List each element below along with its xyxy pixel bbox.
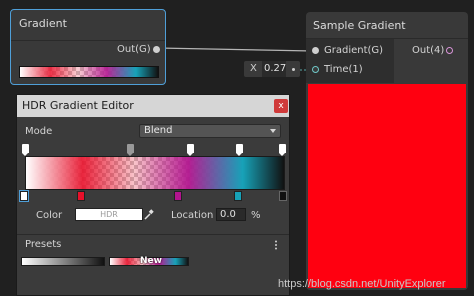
sample-preview xyxy=(308,84,466,288)
location-input[interactable]: 0.0 xyxy=(216,208,246,221)
color-key[interactable] xyxy=(234,191,242,201)
time-value-dot xyxy=(292,68,295,71)
hdr-gradient-editor: HDR Gradient Editor x Mode Blend Color H… xyxy=(16,94,290,296)
location-unit: % xyxy=(251,210,261,221)
watermark: https://blog.csdn.net/UnityExplorer xyxy=(278,278,446,290)
color-field-value: HDR xyxy=(100,210,118,219)
sample-gradient-node[interactable]: Sample Gradient Gradient(G) Time(1) Out(… xyxy=(306,12,468,290)
presets-label: Presets xyxy=(25,239,62,250)
gradient-input-label: Gradient(G) xyxy=(324,45,384,56)
time-value-field[interactable]: X 0.27 xyxy=(244,61,300,77)
time-value-input[interactable]: 0.27 xyxy=(262,61,286,77)
preset-new-label: New xyxy=(140,256,162,266)
gradient-node[interactable]: Gradient Out(G) xyxy=(10,9,166,85)
preset-swatch-bw[interactable] xyxy=(21,257,105,266)
presets-divider xyxy=(17,234,289,235)
gradient-input-port[interactable] xyxy=(312,47,319,54)
color-field[interactable]: HDR xyxy=(75,208,143,221)
time-axis-label: X xyxy=(250,63,257,74)
mode-dropdown[interactable]: Blend xyxy=(139,124,281,138)
time-input-label: Time(1) xyxy=(324,64,363,75)
location-label: Location xyxy=(171,210,214,221)
color-key[interactable] xyxy=(174,191,182,201)
editor-title-bar[interactable]: HDR Gradient Editor x xyxy=(17,95,289,117)
alpha-key[interactable] xyxy=(187,144,194,156)
gradient-output-port[interactable] xyxy=(153,46,160,53)
gradient-wire xyxy=(156,47,314,52)
alpha-key[interactable] xyxy=(22,144,29,156)
color-key-selected[interactable] xyxy=(19,190,29,202)
gradient-node-title: Gradient xyxy=(19,17,67,30)
sample-output-port[interactable] xyxy=(446,47,453,54)
gradient-bar[interactable] xyxy=(25,156,285,190)
alpha-key[interactable] xyxy=(279,144,286,156)
presets-menu-icon[interactable] xyxy=(274,240,278,250)
gradient-node-swatch[interactable] xyxy=(19,66,159,78)
alpha-key[interactable] xyxy=(127,144,134,156)
time-input-port[interactable] xyxy=(312,66,319,73)
gradient-output-label: Out(G) xyxy=(117,44,151,55)
alpha-key[interactable] xyxy=(236,144,243,156)
color-key[interactable] xyxy=(77,191,85,201)
sample-node-title: Sample Gradient xyxy=(313,19,406,32)
close-button[interactable]: x xyxy=(274,99,288,113)
sample-output-label: Out(4) xyxy=(412,45,445,56)
mode-value: Blend xyxy=(144,125,173,136)
editor-title: HDR Gradient Editor xyxy=(22,99,134,112)
eyedropper-icon[interactable] xyxy=(143,207,155,221)
color-label: Color xyxy=(36,210,63,221)
preset-swatch-new[interactable]: New xyxy=(109,256,189,266)
chevron-down-icon xyxy=(270,129,276,133)
gradient-node-divider xyxy=(11,40,165,41)
mode-label: Mode xyxy=(25,126,53,137)
color-key[interactable] xyxy=(279,191,287,201)
